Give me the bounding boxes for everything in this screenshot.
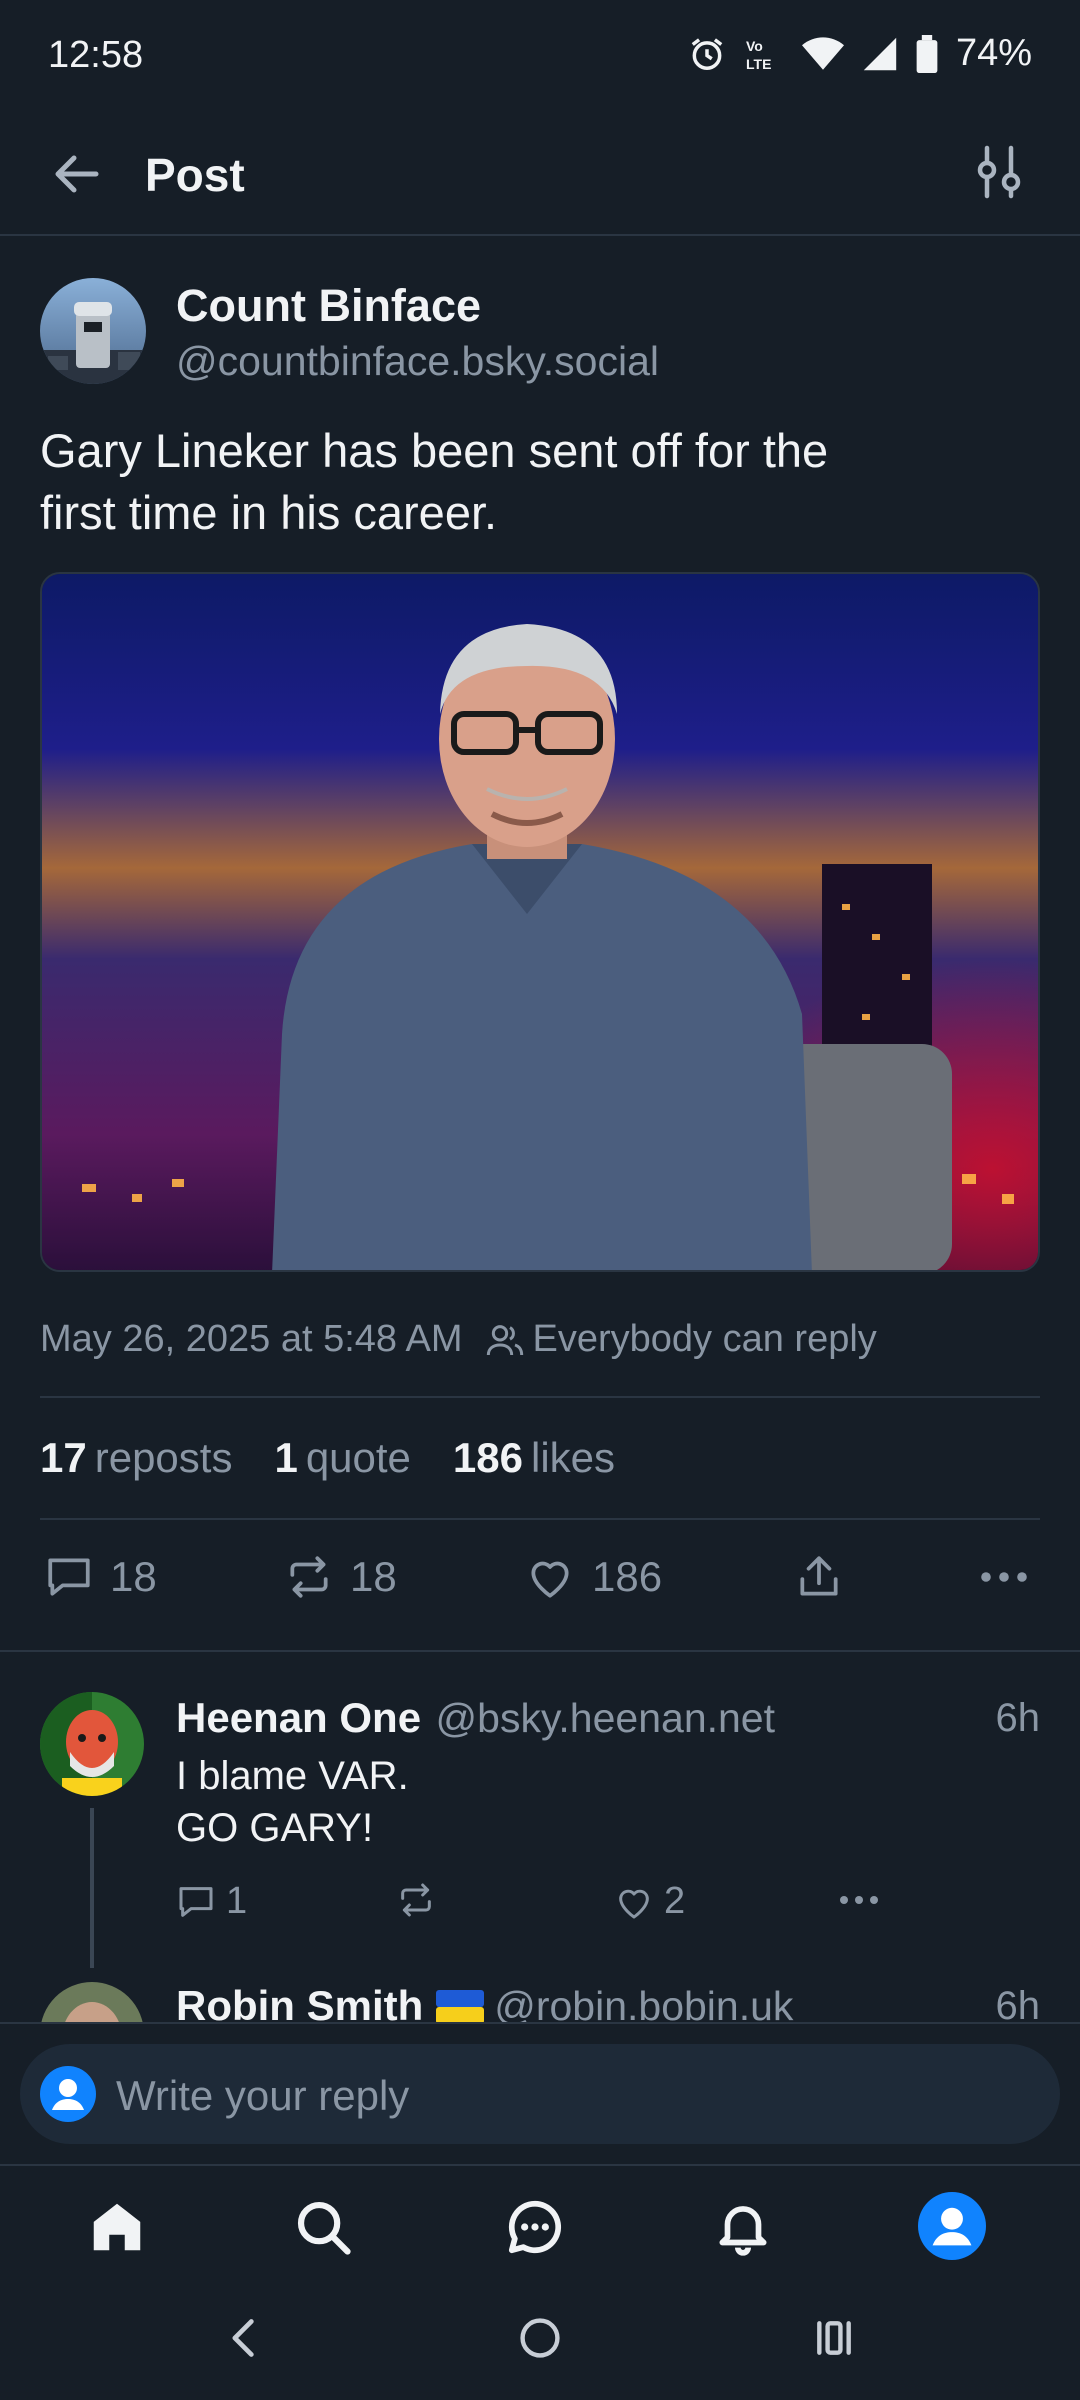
reply-setting-label: Everybody can reply — [532, 1318, 877, 1360]
chat-icon — [508, 2200, 562, 2254]
reply-avatar[interactable] — [40, 1692, 144, 1796]
heart-icon — [619, 1889, 649, 1918]
post-text-line: Gary Lineker has been sent off for the — [40, 424, 829, 477]
thread-settings-button[interactable] — [968, 140, 1030, 204]
composer-avatar — [40, 2066, 96, 2122]
reply-time: 6h — [995, 1696, 1041, 1740]
share-icon — [800, 1556, 838, 1596]
reply-repost-button[interactable] — [396, 1880, 436, 1920]
reply-reply-button[interactable]: 1 — [176, 1880, 247, 1923]
system-home-button[interactable] — [518, 2316, 562, 2360]
profile-avatar-icon — [918, 2192, 986, 2260]
comment-icon — [179, 1886, 213, 1917]
divider — [40, 1396, 1040, 1398]
home-icon — [93, 2203, 141, 2251]
alarm-icon — [691, 37, 723, 70]
author-name[interactable]: Count Binface — [176, 280, 481, 332]
battery-icon — [916, 34, 938, 73]
repost-count: 18 — [350, 1553, 397, 1600]
like-count: 186 — [592, 1553, 663, 1600]
repost-icon — [401, 1883, 431, 1917]
wifi-icon — [801, 36, 844, 70]
search-icon — [297, 2201, 351, 2255]
divider — [40, 1518, 1040, 1520]
reply-button[interactable]: 18 — [44, 1552, 157, 1602]
more-button[interactable] — [978, 1552, 1030, 1602]
volte-icon: Vo LTE — [746, 38, 771, 72]
status-time: 12:58 — [48, 34, 144, 76]
post-meta: May 26, 2025 at 5:48 AM Everybody can re… — [40, 1318, 877, 1361]
system-back-button[interactable] — [224, 2316, 264, 2360]
more-icon — [840, 1896, 878, 1904]
nav-profile[interactable] — [918, 2192, 986, 2260]
people-icon — [486, 1324, 523, 1355]
reply-like-button[interactable]: 2 — [614, 1880, 685, 1923]
divider — [0, 1650, 1080, 1652]
post-text-line: first time in his career. — [40, 486, 498, 539]
heart-icon — [531, 1561, 569, 1598]
reply-like-count: 2 — [664, 1880, 686, 1922]
repost-icon — [290, 1556, 328, 1598]
composer-placeholder[interactable]: Write your reply — [116, 2072, 409, 2120]
author-handle[interactable]: @countbinface.bsky.social — [176, 338, 659, 385]
likes-count[interactable]: 186 likes — [453, 1434, 615, 1482]
svg-text:LTE: LTE — [746, 56, 771, 72]
status-icons: Vo LTE 74% — [688, 32, 1032, 75]
reply-count: 18 — [110, 1553, 157, 1600]
like-button[interactable]: 186 — [524, 1552, 662, 1602]
page-title: Post — [145, 149, 245, 201]
post-text: Gary Lineker has been sent off for the f… — [40, 420, 1040, 544]
nav-chat[interactable] — [504, 2196, 566, 2258]
arrow-left-icon — [55, 155, 99, 193]
author-avatar[interactable] — [40, 278, 146, 384]
reply-text: I blame VAR. GO GARY! — [176, 1750, 409, 1854]
reply-author-name[interactable]: Heenan One — [176, 1694, 421, 1741]
reply-reply-count: 1 — [226, 1880, 248, 1922]
quotes-count[interactable]: 1 quote — [274, 1434, 410, 1482]
reply-more-button[interactable] — [836, 1880, 882, 1920]
nav-home[interactable] — [86, 2196, 148, 2258]
share-button[interactable] — [794, 1552, 844, 1602]
signal-icon — [863, 37, 897, 70]
repost-button[interactable]: 18 — [284, 1552, 397, 1602]
chevron-left-icon — [232, 2319, 254, 2357]
reply-author-handle[interactable]: @bsky.heenan.net — [436, 1695, 775, 1741]
reply-text-line: GO GARY! — [176, 1806, 374, 1850]
circle-icon — [520, 2318, 560, 2358]
nav-notifications[interactable] — [712, 2196, 774, 2258]
svg-text:Vo: Vo — [746, 38, 763, 54]
reposts-count[interactable]: 17 reposts — [40, 1434, 232, 1482]
nav-search[interactable] — [292, 2196, 354, 2258]
back-button[interactable] — [44, 142, 108, 206]
sliders-icon — [977, 145, 1021, 199]
reply-text-line: I blame VAR. — [176, 1754, 409, 1798]
more-icon — [981, 1572, 1027, 1582]
comment-icon — [48, 1558, 90, 1596]
post-timestamp: May 26, 2025 at 5:48 AM — [40, 1318, 463, 1360]
post-image[interactable] — [40, 572, 1040, 1272]
thread-line — [90, 1808, 94, 1968]
user-avatar-icon — [40, 2066, 96, 2122]
reply-header: Heenan One @bsky.heenan.net — [176, 1694, 775, 1742]
recents-icon — [817, 2321, 851, 2355]
reply-setting[interactable]: Everybody can reply — [485, 1318, 877, 1361]
bell-icon — [719, 2206, 767, 2256]
system-recents-button[interactable] — [812, 2316, 856, 2360]
battery-level: 74% — [955, 32, 1032, 74]
engagement-counts: 17 reposts 1 quote 186 likes — [40, 1434, 615, 1482]
